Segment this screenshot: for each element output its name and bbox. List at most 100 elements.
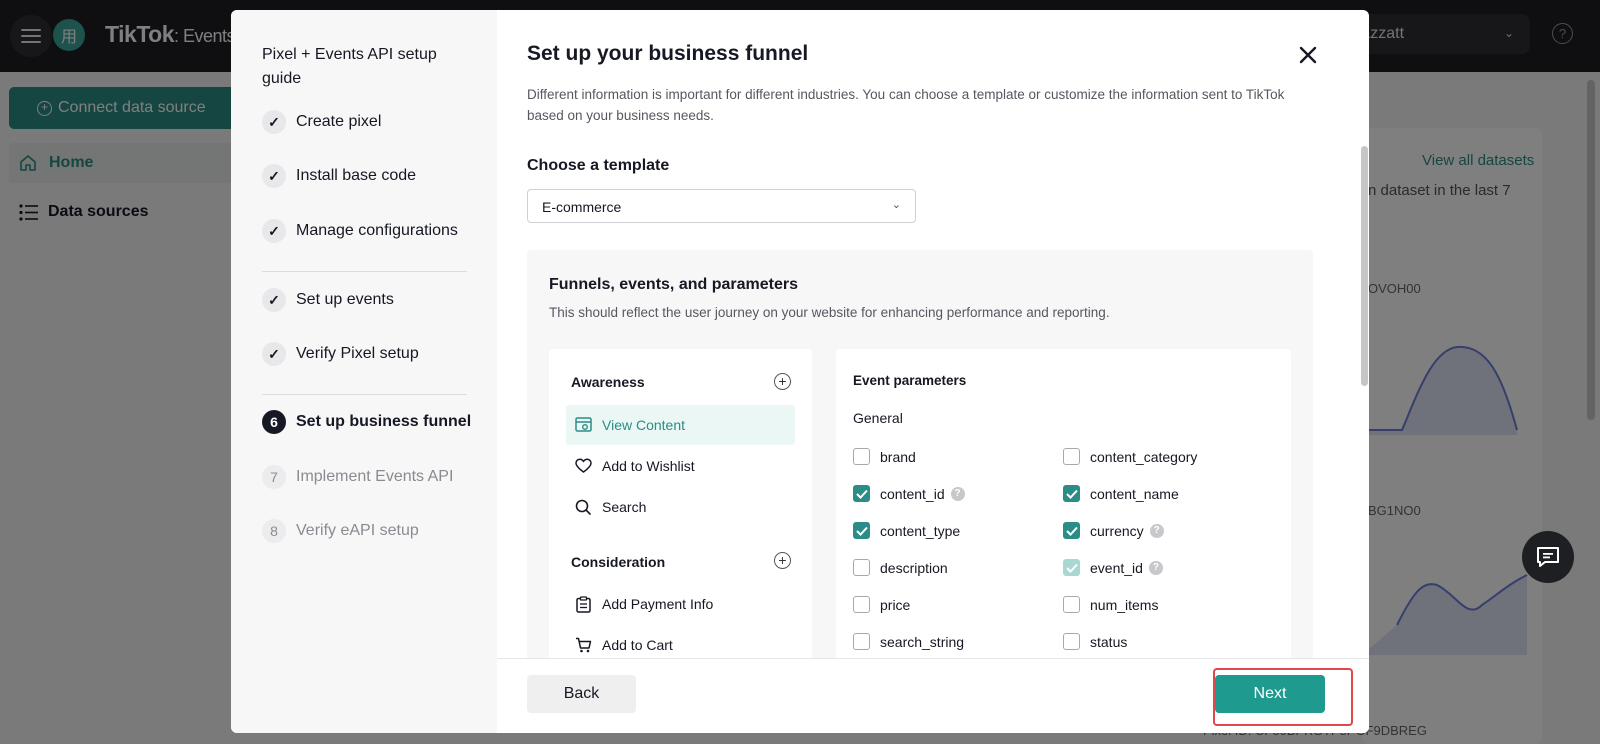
back-button[interactable]: Back	[527, 675, 636, 713]
setup-modal: Pixel + Events API setup guide ✓ Create …	[231, 10, 1369, 733]
add-event-icon[interactable]: +	[774, 373, 791, 390]
cart-icon	[576, 637, 592, 653]
modal-content: Set up your business funnel Different in…	[497, 10, 1369, 658]
group-consideration: Consideration	[571, 554, 666, 570]
event-search[interactable]: Search	[566, 487, 795, 527]
step-number: 7	[262, 465, 286, 489]
param-label: description	[880, 559, 948, 576]
page-title: Set up your business funnel	[527, 42, 809, 65]
step-label: Manage configurations	[296, 222, 458, 239]
param-content-name[interactable]: content_name	[1063, 485, 1179, 502]
param-label: status	[1090, 633, 1128, 650]
step-number: 8	[262, 519, 286, 543]
event-add-payment-info[interactable]: Add Payment Info	[566, 584, 795, 624]
checkbox-checked[interactable]	[1063, 485, 1080, 502]
event-view-content[interactable]: View Content	[566, 405, 795, 445]
check-icon	[855, 526, 868, 536]
page-description: Different information is important for d…	[527, 87, 1285, 123]
event-add-to-cart[interactable]: Add to Cart	[566, 625, 795, 658]
param-label: num_items	[1090, 596, 1159, 613]
params-subtitle: General	[853, 410, 903, 426]
step-label: Implement Events API	[296, 468, 454, 485]
step-install-base-code[interactable]: ✓ Install base code	[262, 164, 416, 188]
param-label: content_name	[1090, 485, 1179, 502]
group-awareness: Awareness	[571, 374, 645, 390]
next-button-highlight	[1213, 668, 1353, 726]
events-panel: Awareness + View Content Add to Wishlist…	[549, 349, 812, 658]
step-verify-pixel-setup[interactable]: ✓ Verify Pixel setup	[262, 342, 419, 366]
param-content-type[interactable]: content_type	[853, 522, 960, 539]
param-content-id[interactable]: content_id ?	[853, 485, 965, 502]
add-event-icon[interactable]: +	[774, 552, 791, 569]
check-icon	[855, 489, 868, 499]
params-title: Event parameters	[853, 373, 967, 388]
clipboard-icon	[576, 595, 591, 613]
checkbox[interactable]	[1063, 596, 1080, 613]
chat-icon	[1537, 547, 1559, 567]
template-value: E-commerce	[542, 199, 622, 215]
param-price[interactable]: price	[853, 596, 910, 613]
event-label: Add to Cart	[602, 637, 673, 653]
chat-button[interactable]	[1522, 531, 1574, 583]
close-icon[interactable]	[1297, 44, 1319, 66]
checkbox[interactable]	[853, 596, 870, 613]
check-icon: ✓	[262, 219, 286, 243]
step-verify-eapi-setup[interactable]: 8 Verify eAPI setup	[262, 519, 419, 543]
help-icon[interactable]: ?	[950, 486, 965, 501]
param-search-string[interactable]: search_string	[853, 633, 964, 650]
check-icon	[1065, 526, 1078, 536]
param-currency[interactable]: currency ?	[1063, 522, 1164, 539]
funnel-section: Funnels, events, and parameters This sho…	[527, 250, 1313, 658]
template-label: Choose a template	[527, 157, 670, 174]
param-label: search_string	[880, 633, 965, 650]
event-parameters-panel: Event parameters General brand content_c…	[836, 349, 1291, 658]
help-icon[interactable]: ?	[1149, 523, 1164, 538]
checkbox-checked[interactable]	[1063, 522, 1080, 539]
guide-title: Pixel + Events API setup guide	[262, 46, 437, 87]
param-label: content_type	[880, 522, 961, 539]
param-label: price	[880, 596, 911, 613]
check-icon	[1065, 563, 1078, 573]
param-content-category[interactable]: content_category	[1063, 448, 1197, 465]
step-set-up-events[interactable]: ✓ Set up events	[262, 288, 394, 312]
param-brand[interactable]: brand	[853, 448, 916, 465]
checkbox[interactable]	[1063, 448, 1080, 465]
check-icon: ✓	[262, 110, 286, 134]
template-select[interactable]: E-commerce ⌄	[527, 189, 916, 223]
view-content-icon	[575, 417, 592, 432]
checkbox-checked-disabled	[1063, 559, 1080, 576]
chevron-down-icon: ⌄	[891, 199, 901, 211]
step-label: Verify Pixel setup	[296, 345, 419, 362]
param-label: brand	[880, 448, 916, 465]
event-label: Add to Wishlist	[602, 458, 695, 474]
heart-icon	[575, 458, 592, 473]
step-create-pixel[interactable]: ✓ Create pixel	[262, 110, 381, 134]
step-label: Set up events	[296, 291, 394, 308]
funnel-title: Funnels, events, and parameters	[549, 276, 798, 293]
step-label: Set up business funnel	[296, 413, 472, 430]
checkbox-checked[interactable]	[853, 522, 870, 539]
step-label: Install base code	[296, 167, 417, 184]
event-add-to-wishlist[interactable]: Add to Wishlist	[566, 446, 795, 486]
check-icon: ✓	[262, 288, 286, 312]
param-description[interactable]: description	[853, 559, 948, 576]
step-number: 6	[262, 410, 286, 434]
step-set-up-business-funnel[interactable]: 6 Set up business funnel	[262, 410, 471, 434]
param-status[interactable]: status	[1063, 633, 1127, 650]
checkbox[interactable]	[853, 633, 870, 650]
param-num-items[interactable]: num_items	[1063, 596, 1158, 613]
param-event-id: event_id ?	[1063, 559, 1163, 576]
event-label: Search	[602, 499, 647, 515]
checkbox[interactable]	[853, 559, 870, 576]
modal-scrollbar[interactable]	[1361, 146, 1368, 386]
step-manage-configurations[interactable]: ✓ Manage configurations	[262, 219, 458, 243]
checkbox[interactable]	[1063, 633, 1080, 650]
checkbox-checked[interactable]	[853, 485, 870, 502]
help-icon[interactable]: ?	[1148, 560, 1163, 575]
param-label: content_id	[880, 485, 945, 502]
setup-guide-panel: Pixel + Events API setup guide ✓ Create …	[231, 10, 497, 733]
step-implement-events-api[interactable]: 7 Implement Events API	[262, 465, 453, 489]
checkbox[interactable]	[853, 448, 870, 465]
funnel-description: This should reflect the user journey on …	[549, 305, 1110, 320]
divider	[262, 271, 467, 272]
